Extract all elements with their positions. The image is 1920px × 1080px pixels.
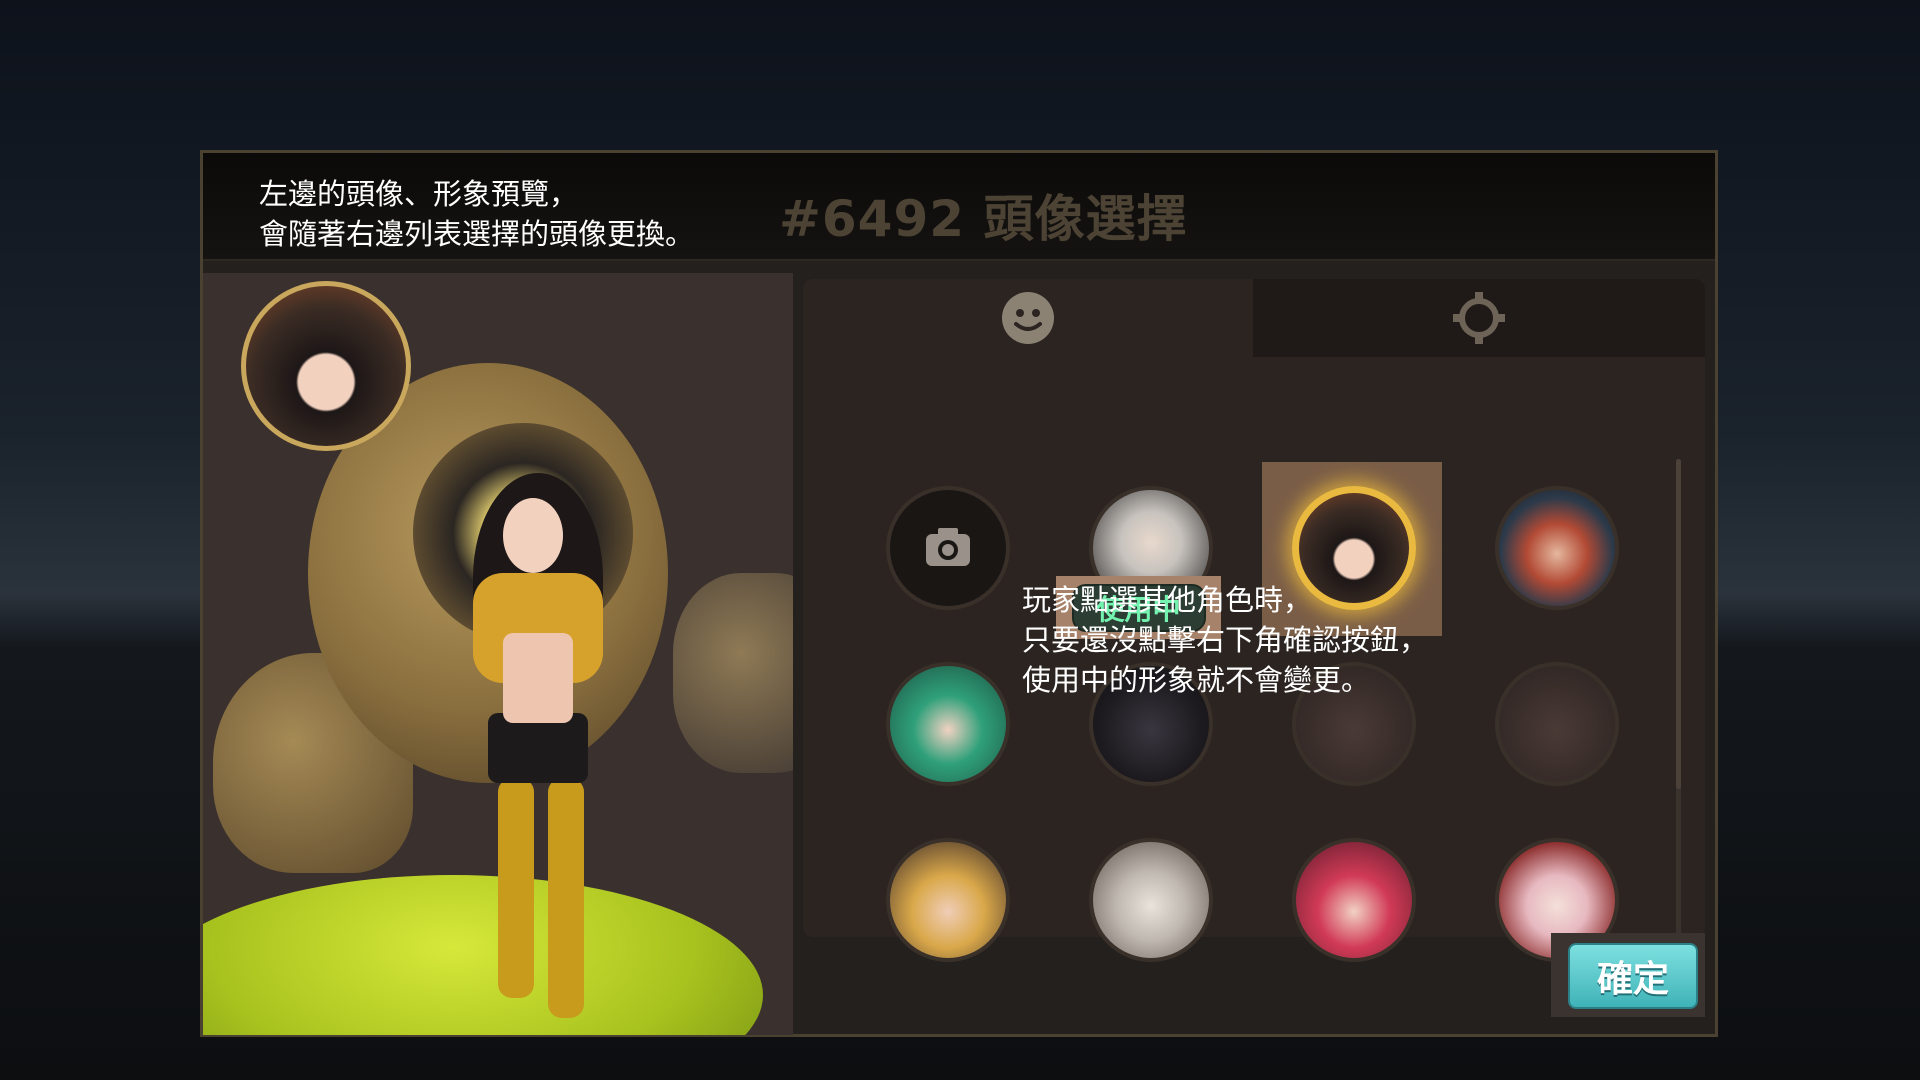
- tab-avatar[interactable]: [803, 279, 1253, 357]
- annotation-top: 左邊的頭像、形象預覽， 會隨著右邊列表選擇的頭像更換。: [259, 174, 694, 254]
- annotation-top-line2: 會隨著右邊列表選擇的頭像更換。: [259, 217, 695, 251]
- character-leg-right: [548, 778, 584, 1018]
- avatar-red-hair-girl[interactable]: [1292, 838, 1416, 962]
- avatar-selection-dialog: 左邊的頭像、形象預覽， 會隨著右邊列表選擇的頭像更換。 #6492 頭像選擇 使…: [200, 150, 1718, 1037]
- annotation-top-line1: 左邊的頭像、形象預覽，: [259, 177, 579, 211]
- robot-arm-right: [673, 573, 793, 773]
- character-shorts: [488, 713, 588, 783]
- avatar-list-scrollbar[interactable]: [1676, 459, 1681, 999]
- annotation-middle-line1: 玩家點選其他角色時，: [1022, 583, 1313, 617]
- avatar-green-hair-girl[interactable]: [886, 662, 1010, 786]
- avatar-hidden-2[interactable]: [1495, 662, 1619, 786]
- character-face: [503, 498, 563, 573]
- gear-icon: [1453, 292, 1505, 344]
- annotation-middle-line3: 使用中的形象就不會變更。: [1022, 663, 1371, 697]
- confirm-button[interactable]: 確定: [1568, 943, 1698, 1009]
- grass-platform: [203, 875, 763, 1035]
- dialog-header: 左邊的頭像、形象預覽， 會隨著右邊列表選擇的頭像更換。 #6492 頭像選擇: [203, 153, 1715, 261]
- avatar-goggles-hat-boy[interactable]: [1495, 486, 1619, 610]
- annotation-middle: 玩家點選其他角色時， 只要還沒點擊右下角確認按鈕， 使用中的形象就不會變更。: [1022, 580, 1428, 700]
- avatar-blonde-officer[interactable]: [886, 838, 1010, 962]
- dialog-title: #6492 頭像選擇: [779, 190, 1188, 248]
- smiley-face-icon: [1002, 292, 1054, 344]
- avatar-camera[interactable]: [886, 486, 1010, 610]
- scrollbar-thumb[interactable]: [1676, 459, 1681, 789]
- tab-settings[interactable]: [1253, 279, 1705, 357]
- confirm-button-frame: 確定: [1551, 933, 1705, 1017]
- avatar-bearded-old-man[interactable]: [1089, 838, 1213, 962]
- camera-icon: [926, 528, 970, 566]
- character-leg-left: [498, 778, 534, 998]
- character-preview: [203, 273, 793, 1035]
- character-torso: [503, 633, 573, 723]
- annotation-middle-line2: 只要還沒點擊右下角確認按鈕，: [1022, 623, 1429, 657]
- avatar-preview: [241, 281, 411, 451]
